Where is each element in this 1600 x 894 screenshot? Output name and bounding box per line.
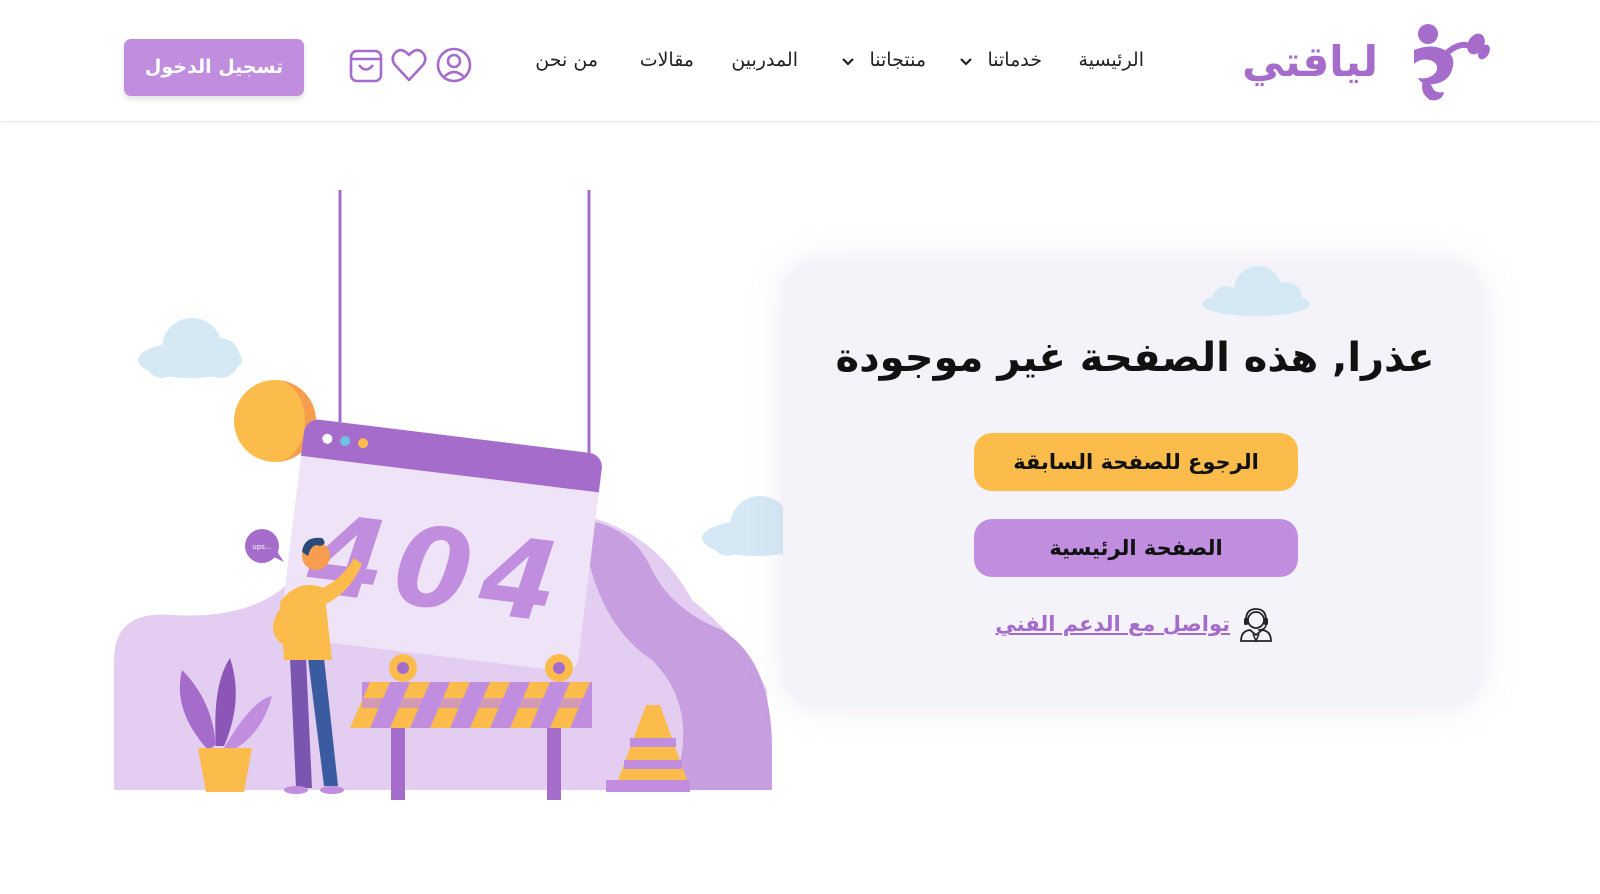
- nav-item-label: مقالات: [639, 49, 694, 71]
- nav-item-articles[interactable]: مقالات: [628, 40, 694, 80]
- chevron-down-icon: [960, 57, 973, 66]
- 404-illustration: 404 ups...: [114, 190, 810, 800]
- nav-item-products[interactable]: منتجاتنا: [834, 40, 926, 80]
- speech-bubble: ups...: [245, 529, 284, 563]
- user-icon[interactable]: [436, 46, 472, 84]
- contact-support-link[interactable]: تواصل مع الدعم الفني: [990, 602, 1280, 646]
- go-back-button[interactable]: الرجوع للصفحة السابقة: [974, 433, 1298, 491]
- nav-item-label: الرئيسية: [1078, 49, 1144, 71]
- shopping-bag-icon[interactable]: [348, 46, 384, 84]
- chevron-down-icon: [842, 57, 855, 66]
- nav-item-about[interactable]: من نحن: [526, 40, 598, 80]
- login-button[interactable]: تسجيل الدخول: [124, 39, 304, 96]
- cloud-icon: [138, 318, 242, 378]
- nav-item-home[interactable]: الرئيسية: [1072, 40, 1144, 80]
- cloud-icon: [1202, 266, 1310, 316]
- nav-item-trainers[interactable]: المدربين: [724, 40, 798, 80]
- nav-item-label: من نحن: [535, 49, 598, 71]
- nav-item-label: المدربين: [731, 49, 798, 71]
- site-header: لياقتي الرئيسية خدماتنا منتجاتنا المدربي…: [0, 0, 1600, 122]
- nav-item-label: خدماتنا: [987, 49, 1043, 71]
- heart-icon[interactable]: [391, 46, 427, 84]
- support-agent-icon: [1240, 608, 1272, 643]
- error-title: عذرا, هذه الصفحة غير موجودة: [835, 335, 1435, 381]
- nav-item-services[interactable]: خدماتنا: [954, 40, 1042, 80]
- nav-item-label: منتجاتنا: [869, 49, 926, 71]
- home-page-button[interactable]: الصفحة الرئيسية: [974, 519, 1298, 577]
- speech-bubble-text: ups...: [252, 543, 271, 551]
- support-link-text: تواصل مع الدعم الفني: [995, 612, 1230, 636]
